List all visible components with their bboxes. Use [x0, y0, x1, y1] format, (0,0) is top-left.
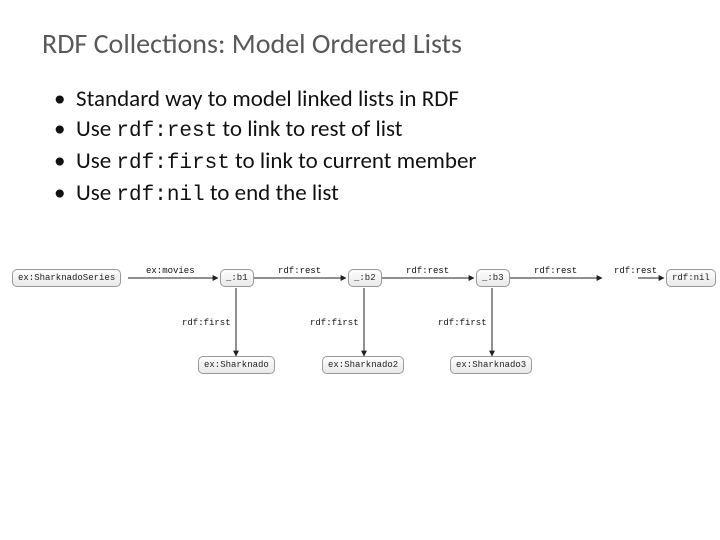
graph-node-blank: _:b3	[476, 269, 510, 287]
list-item: • Use rdf:first to link to current membe…	[52, 146, 680, 178]
bullet-list: • Standard way to model linked lists in …	[52, 84, 680, 210]
bullet-code: rdf:first	[116, 152, 229, 175]
graph-node-blank: _:b1	[220, 269, 254, 287]
list-item: • Standard way to model linked lists in …	[52, 84, 680, 114]
bullet-text-pre: Use	[76, 115, 116, 143]
edge-label: rdf:rest	[614, 266, 657, 276]
page-title: RDF Collections: Model Ordered Lists	[42, 26, 462, 61]
list-item: • Use rdf:rest to link to rest of list	[52, 114, 680, 146]
bullet-code: rdf:rest	[116, 120, 217, 143]
edge-label: rdf:rest	[406, 266, 449, 276]
graph-node-series: ex:SharknadoSeries	[12, 269, 121, 287]
bullet-icon: •	[52, 114, 76, 146]
edge-label: rdf:first	[182, 318, 231, 328]
edge-label: rdf:rest	[534, 266, 577, 276]
list-item: • Use rdf:nil to end the list	[52, 178, 680, 210]
graph-node-blank: _:b2	[348, 269, 382, 287]
bullet-icon: •	[52, 178, 76, 210]
bullet-code: rdf:nil	[116, 184, 204, 207]
edge-label: rdf:first	[438, 318, 487, 328]
graph-node-nil: rdf:nil	[666, 269, 716, 287]
bullet-text-post: to link to rest of list	[217, 115, 402, 143]
bullet-text-pre: Use	[76, 179, 116, 207]
bullet-text: Standard way to model linked lists in RD…	[76, 85, 459, 113]
bullet-icon: •	[52, 84, 76, 114]
graph-node-movie: ex:Sharknado2	[322, 356, 404, 374]
graph-node-movie: ex:Sharknado3	[450, 356, 532, 374]
edge-label: rdf:rest	[278, 266, 321, 276]
graph-node-movie: ex:Sharknado	[198, 356, 275, 374]
bullet-text-post: to link to current member	[230, 147, 477, 175]
edge-label: ex:movies	[146, 266, 195, 276]
bullet-icon: •	[52, 146, 76, 178]
rdf-diagram: ex:SharknadoSeries _:b1 _:b2 _:b3 rdf:ni…	[8, 264, 712, 414]
bullet-text-post: to end the list	[205, 179, 339, 207]
bullet-text-pre: Use	[76, 147, 116, 175]
edge-label: rdf:first	[310, 318, 359, 328]
